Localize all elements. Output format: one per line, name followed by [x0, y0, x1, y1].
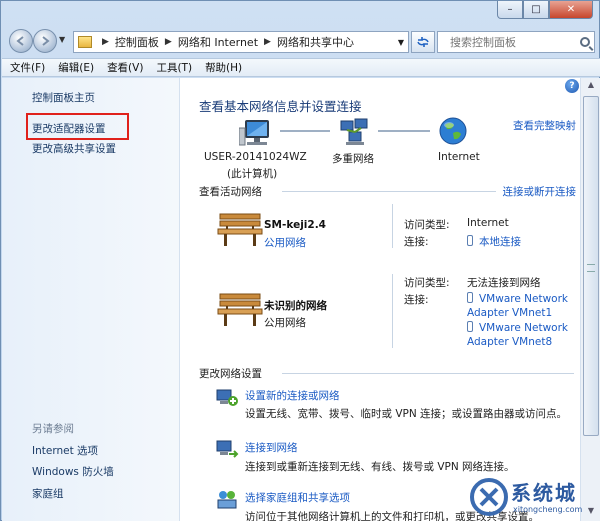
task-connect-network-link[interactable]: 连接到网络 [245, 440, 298, 455]
arrow-right-icon [42, 36, 50, 46]
connection-link[interactable]: VMware Network [467, 321, 568, 334]
client-area: 控制面板主页 更改适配器设置 更改高级共享设置 另请参阅 Internet 选项… [2, 78, 600, 521]
network-type-link[interactable]: 公用网络 [264, 235, 306, 250]
view-full-map-link[interactable]: 查看完整映射 [513, 118, 576, 133]
breadcrumb-network-internet[interactable]: 网络和 Internet [178, 34, 258, 50]
address-bar[interactable]: ▶ 控制面板 ▶ 网络和 Internet ▶ 网络和共享中心 ▼ [73, 31, 409, 53]
search-icon[interactable] [580, 37, 590, 47]
node-computer-sub: (此计算机) [227, 168, 278, 180]
sidebar-item-advanced-sharing[interactable]: 更改高级共享设置 [32, 141, 116, 156]
close-button[interactable]: ✕ [549, 1, 593, 19]
divider [392, 204, 393, 248]
node-computer-label: USER-20141024WZ [204, 151, 307, 163]
divider [282, 191, 496, 192]
homegroup-icon [217, 491, 237, 509]
connection-label: 连接: [404, 236, 429, 248]
menu-tools[interactable]: 工具(T) [156, 60, 192, 75]
sidebar-item-home[interactable]: 控制面板主页 [32, 90, 95, 105]
divider [392, 274, 393, 348]
connection-link-text: Adapter VMnet8 [467, 336, 553, 348]
see-also-title: 另请参阅 [32, 423, 74, 435]
watermark: 系统城 xitongcheng.com [469, 471, 599, 521]
caption-buttons: – □ ✕ [497, 1, 593, 19]
refresh-icon [417, 37, 429, 47]
map-connector [280, 130, 330, 132]
arrow-left-icon [16, 36, 24, 46]
watermark-url: xitongcheng.com [513, 505, 583, 514]
address-row: ▼ ▶ 控制面板 ▶ 网络和 Internet ▶ 网络和共享中心 ▼ [7, 27, 595, 55]
change-settings-header: 更改网络设置 [199, 368, 262, 380]
connection-link[interactable]: VMware Network [467, 292, 568, 305]
task-homegroup-link[interactable]: 选择家庭组和共享选项 [245, 490, 350, 505]
adapter-icon [467, 321, 473, 332]
sidebar-item-homegroup[interactable]: 家庭组 [32, 486, 64, 501]
page-title: 查看基本网络信息并设置连接 [199, 99, 362, 114]
search-input[interactable] [450, 35, 580, 49]
sidebar-item-windows-firewall[interactable]: Windows 防火墙 [32, 464, 114, 479]
computer-icon [239, 120, 269, 146]
maximize-button[interactable]: □ [523, 1, 549, 19]
connection-link-text: Adapter VMnet1 [467, 307, 553, 319]
sidebar: 控制面板主页 更改适配器设置 更改高级共享设置 另请参阅 Internet 选项… [2, 78, 180, 521]
recent-pages-dropdown[interactable]: ▼ [59, 35, 65, 44]
scroll-grip [587, 264, 595, 272]
refresh-button[interactable] [411, 31, 435, 53]
bench-icon [217, 213, 263, 246]
menu-edit[interactable]: 编辑(E) [58, 60, 94, 75]
map-connector [378, 130, 430, 132]
scroll-up-icon[interactable]: ▲ [585, 80, 597, 94]
access-type-label: 访问类型: [404, 277, 450, 289]
connection-link-text: VMware Network [479, 322, 568, 334]
connect-disconnect-link[interactable]: 连接或断开连接 [503, 184, 577, 199]
control-panel-icon [78, 36, 92, 48]
sidebar-item-change-adapter[interactable]: 更改适配器设置 [32, 121, 106, 136]
connection-label: 连接: [404, 294, 429, 306]
back-button[interactable] [9, 29, 33, 53]
node-internet-label: Internet [438, 151, 480, 163]
connection-link[interactable]: Adapter VMnet8 [467, 336, 552, 348]
active-networks-header: 查看活动网络 [199, 186, 262, 198]
new-connection-icon [216, 389, 238, 406]
brand-logo-icon [470, 478, 508, 516]
breadcrumb-control-panel[interactable]: 控制面板 [115, 34, 159, 50]
network-type: 公用网络 [264, 317, 306, 329]
divider [282, 373, 574, 374]
network-name: SM-keji2.4 [264, 219, 326, 231]
adapter-icon [467, 235, 473, 246]
main-content: 查看基本网络信息并设置连接 查看完整映射 USER-20141024WZ (此计… [182, 78, 580, 521]
window: – □ ✕ ▼ ▶ 控制面板 ▶ 网络和 Internet ▶ 网络和共享中心 … [0, 0, 600, 521]
chevron-right-icon: ▶ [164, 37, 172, 47]
chevron-right-icon: ▶ [264, 37, 271, 47]
search-box[interactable] [437, 31, 595, 53]
breadcrumb-network-sharing-center[interactable]: 网络和共享中心 [277, 34, 354, 50]
connection-link[interactable]: 本地连接 [467, 234, 521, 249]
task-setup-connection-link[interactable]: 设置新的连接或网络 [245, 388, 340, 403]
node-networks-label: 多重网络 [332, 153, 374, 165]
task-setup-connection-desc: 设置无线、宽带、拨号、临时或 VPN 连接；或设置路由器或访问点。 [245, 408, 568, 420]
connection-link-text: 本地连接 [479, 236, 521, 248]
network-name: 未识别的网络 [264, 300, 327, 312]
access-type-label: 访问类型: [404, 219, 450, 231]
watermark-brand: 系统城 [511, 481, 577, 505]
adapter-icon [467, 292, 473, 303]
access-type-value: 无法连接到网络 [467, 277, 541, 289]
internet-globe-icon [439, 117, 467, 145]
bench-icon [217, 293, 263, 326]
forward-button[interactable] [33, 29, 57, 53]
sidebar-item-internet-options[interactable]: Internet 选项 [32, 443, 98, 458]
chevron-right-icon: ▶ [102, 37, 109, 47]
menu-bar: 文件(F) 编辑(E) 查看(V) 工具(T) 帮助(H) [2, 58, 600, 77]
vertical-scrollbar[interactable]: ▲ ▼ [580, 78, 600, 521]
menu-file[interactable]: 文件(F) [10, 60, 45, 75]
connection-link-text: VMware Network [479, 293, 568, 305]
chevron-down-icon[interactable]: ▼ [398, 38, 404, 47]
menu-view[interactable]: 查看(V) [107, 60, 143, 75]
access-type-value: Internet [467, 217, 509, 229]
connect-network-icon [216, 440, 239, 458]
connection-link[interactable]: Adapter VMnet1 [467, 307, 552, 319]
menu-help[interactable]: 帮助(H) [205, 60, 242, 75]
multiple-networks-icon [340, 118, 368, 145]
minimize-button[interactable]: – [497, 1, 523, 19]
